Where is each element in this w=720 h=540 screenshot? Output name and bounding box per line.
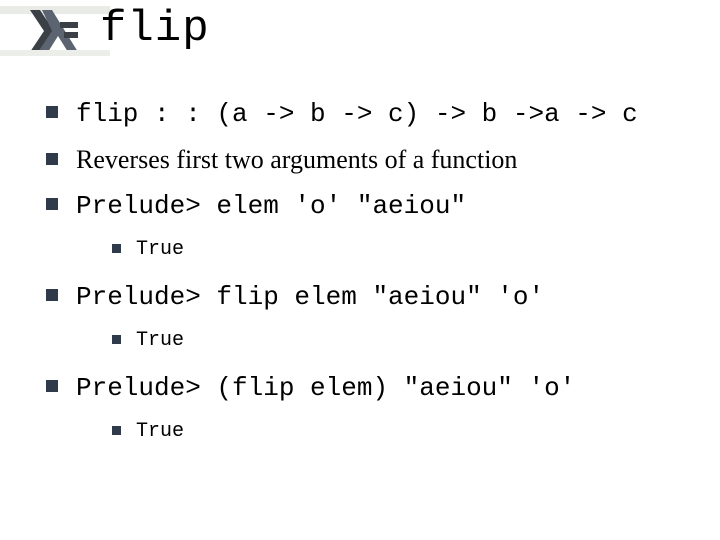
sub-bullet-result: True (76, 416, 700, 448)
bullet-type-signature: flip : : (a -> b -> c) -> b ->a -> c (40, 95, 700, 132)
bullet-text: Prelude> elem 'o' "aeiou" (76, 191, 466, 221)
slide-title: flip (100, 4, 210, 54)
header-decoration (0, 0, 88, 70)
bullet-example-2: Prelude> flip elem "aeiou" 'o' True (40, 278, 700, 357)
slide: flip flip : : (a -> b -> c) -> b ->a -> … (0, 0, 720, 540)
sub-bullet-list: True (76, 234, 700, 266)
slide-content: flip : : (a -> b -> c) -> b ->a -> c Rev… (40, 95, 700, 460)
bullet-text: Reverses first two arguments of a functi… (76, 145, 517, 174)
haskell-lambda-icon (30, 10, 78, 52)
header-bar-top (0, 6, 110, 14)
bullet-text: Prelude> flip elem "aeiou" 'o' (76, 282, 544, 312)
bullet-example-1: Prelude> elem 'o' "aeiou" True (40, 187, 700, 266)
bullet-description: Reverses first two arguments of a functi… (40, 142, 700, 177)
sub-bullet-list: True (76, 325, 700, 357)
bullet-list: flip : : (a -> b -> c) -> b ->a -> c Rev… (40, 95, 700, 448)
bullet-text: Prelude> (flip elem) "aeiou" 'o' (76, 373, 575, 403)
header-bar-bottom (0, 50, 110, 56)
bullet-example-3: Prelude> (flip elem) "aeiou" 'o' True (40, 369, 700, 448)
bullet-text: flip : : (a -> b -> c) -> b ->a -> c (76, 99, 638, 129)
sub-bullet-result: True (76, 325, 700, 357)
sub-bullet-list: True (76, 416, 700, 448)
sub-bullet-result: True (76, 234, 700, 266)
